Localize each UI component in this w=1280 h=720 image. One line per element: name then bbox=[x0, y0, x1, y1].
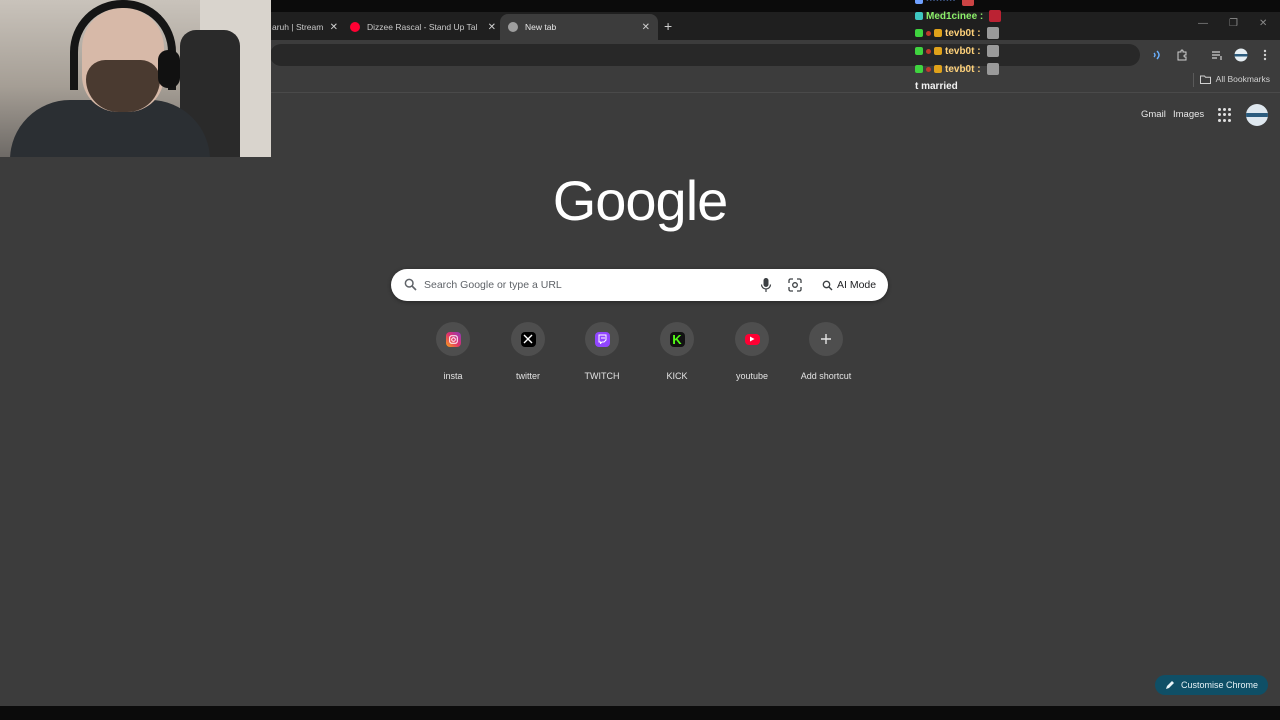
images-link[interactable]: Images bbox=[1173, 109, 1204, 120]
chrome-favicon-icon bbox=[508, 22, 518, 32]
youtube-icon bbox=[744, 333, 760, 345]
close-window-button[interactable]: ✕ bbox=[1259, 18, 1267, 29]
google-apps-icon[interactable] bbox=[1218, 108, 1232, 122]
bot-badge-icon bbox=[934, 29, 942, 37]
ai-mode-button[interactable]: AI Mode bbox=[815, 274, 883, 296]
all-bookmarks-button[interactable]: All Bookmarks bbox=[1199, 74, 1270, 84]
new-tab-button[interactable]: + bbox=[664, 18, 672, 34]
tab-new-tab[interactable]: New tab ✕ bbox=[500, 14, 658, 40]
chat-line-cutoff: ········· bbox=[915, 0, 974, 8]
search-input[interactable]: Search Google or type a URL bbox=[424, 279, 562, 291]
twitch-icon bbox=[594, 331, 610, 347]
pencil-icon bbox=[1165, 681, 1174, 689]
webcam-overlay bbox=[0, 0, 271, 157]
folder-icon bbox=[1199, 75, 1211, 84]
chat-message: t married bbox=[915, 81, 958, 92]
tab-close-icon[interactable]: ✕ bbox=[488, 22, 496, 33]
chat-emote-icon bbox=[986, 45, 999, 57]
dot-badge-icon bbox=[926, 48, 931, 54]
shortcut-insta[interactable]: insta bbox=[416, 322, 490, 381]
shortcut-label: youtube bbox=[735, 371, 769, 381]
x-icon bbox=[520, 331, 536, 347]
restore-button[interactable]: ❐ bbox=[1229, 18, 1238, 29]
bookmarks-separator bbox=[1193, 73, 1194, 87]
shortcut-label: TWITCH bbox=[584, 371, 620, 381]
bot-badge-icon bbox=[934, 47, 942, 55]
shortcut-label: twitter bbox=[515, 371, 540, 381]
customise-chrome-button[interactable]: Customise Chrome bbox=[1154, 675, 1268, 695]
shortcut-twitch[interactable]: TWITCH bbox=[565, 322, 639, 381]
google-logo: Google bbox=[552, 169, 729, 232]
search-box[interactable]: Search Google or type a URL AI Mode bbox=[391, 269, 888, 301]
dot-badge-icon bbox=[926, 66, 931, 72]
chat-line: Med1cinee : bbox=[915, 8, 1002, 24]
bottom-black-strip bbox=[0, 706, 1280, 720]
tab-close-icon[interactable]: ✕ bbox=[330, 22, 338, 33]
plus-icon bbox=[821, 334, 831, 344]
shortcut-kick[interactable]: K KICK bbox=[640, 322, 714, 381]
tab-stream[interactable]: aruh | Stream ✕ bbox=[272, 14, 338, 40]
youtube-favicon-icon bbox=[350, 22, 360, 32]
extensions-puzzle-icon[interactable] bbox=[1174, 47, 1190, 63]
chat-username: tevb0t : bbox=[945, 45, 981, 57]
chat-line: tevb0t : bbox=[915, 43, 999, 59]
cube-badge-icon bbox=[915, 47, 923, 55]
kick-icon: K bbox=[669, 331, 685, 347]
media-queue-icon[interactable] bbox=[1209, 47, 1225, 63]
minimize-button[interactable]: — bbox=[1198, 18, 1208, 29]
account-avatar[interactable] bbox=[1246, 104, 1268, 126]
shortcut-youtube[interactable]: youtube bbox=[715, 322, 789, 381]
audio-playing-icon[interactable] bbox=[1149, 47, 1165, 63]
shortcut-label: Add shortcut bbox=[800, 371, 852, 381]
subscriber-badge-icon bbox=[915, 12, 923, 20]
customise-chrome-label: Customise Chrome bbox=[1180, 680, 1258, 690]
shortcut-label: KICK bbox=[666, 371, 688, 381]
ai-mode-label: AI Mode bbox=[837, 279, 877, 291]
profile-avatar-icon[interactable] bbox=[1233, 47, 1249, 63]
tab-title: aruh | Stream bbox=[272, 22, 324, 32]
instagram-icon bbox=[445, 331, 461, 347]
shortcut-label: insta bbox=[443, 371, 463, 381]
chat-username: tevb0t : bbox=[945, 27, 981, 39]
chat-username: Med1cinee : bbox=[926, 10, 984, 22]
shortcut-twitter[interactable]: twitter bbox=[491, 322, 565, 381]
tab-youtube-video[interactable]: Dizzee Rascal - Stand Up Tall - Y ✕ bbox=[350, 14, 496, 40]
tab-title: Dizzee Rascal - Stand Up Tall - Y bbox=[367, 22, 477, 32]
all-bookmarks-label: All Bookmarks bbox=[1215, 74, 1270, 84]
google-lens-icon[interactable] bbox=[787, 277, 803, 293]
chat-emote-icon bbox=[986, 63, 999, 75]
gmail-link[interactable]: Gmail bbox=[1141, 109, 1166, 120]
add-shortcut-button[interactable]: Add shortcut bbox=[789, 322, 863, 381]
search-icon bbox=[404, 278, 417, 291]
microphone-icon[interactable] bbox=[760, 277, 772, 293]
tab-title: New tab bbox=[525, 22, 557, 32]
chat-emote-icon bbox=[986, 27, 999, 39]
chat-username: tevb0t : bbox=[945, 63, 981, 75]
kebab-menu-icon[interactable] bbox=[1257, 47, 1273, 63]
chat-emote-icon bbox=[989, 10, 1002, 22]
address-bar[interactable] bbox=[270, 44, 1140, 66]
bot-badge-icon bbox=[934, 65, 942, 73]
cube-badge-icon bbox=[915, 65, 923, 73]
tab-close-icon[interactable]: ✕ bbox=[642, 22, 650, 33]
cube-badge-icon bbox=[915, 29, 923, 37]
chat-line: tevb0t : bbox=[915, 61, 999, 77]
dot-badge-icon bbox=[926, 30, 931, 36]
ai-search-icon bbox=[822, 280, 833, 290]
chat-line: tevb0t : bbox=[915, 25, 999, 41]
